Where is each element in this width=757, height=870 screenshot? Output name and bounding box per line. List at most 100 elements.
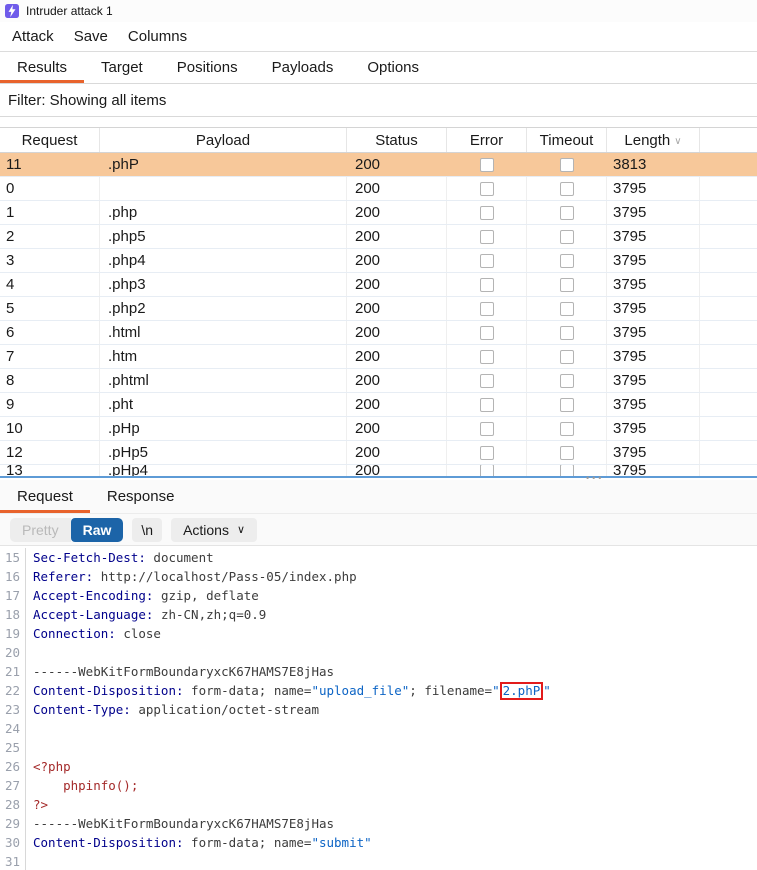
code-token: "	[492, 683, 500, 698]
table-row[interactable]: 5.php22003795	[0, 297, 757, 321]
table-row[interactable]: 9.pht2003795	[0, 393, 757, 417]
raw-button[interactable]: Raw	[71, 518, 124, 542]
table-row[interactable]: 3.php42003795	[0, 249, 757, 273]
timeout-checkbox[interactable]	[560, 398, 574, 412]
pretty-button[interactable]: Pretty	[10, 518, 71, 542]
table-row[interactable]: 7.htm2003795	[0, 345, 757, 369]
column-header-payload[interactable]: Payload	[100, 128, 347, 152]
error-checkbox[interactable]	[480, 350, 494, 364]
error-checkbox[interactable]	[480, 158, 494, 172]
menu-item-save[interactable]: Save	[64, 22, 118, 51]
tab-target[interactable]: Target	[84, 52, 160, 83]
request-editor[interactable]: 15Sec-Fetch-Dest: document16Referer: htt…	[0, 546, 757, 870]
table-row[interactable]: 2.php52003795	[0, 225, 757, 249]
timeout-checkbox[interactable]	[560, 446, 574, 460]
code-token: Sec-Fetch-Dest:	[33, 550, 146, 565]
timeout-checkbox[interactable]	[560, 230, 574, 244]
cell-length: 3813	[607, 153, 700, 176]
actions-button[interactable]: Actions ∨	[171, 518, 257, 542]
error-cell	[447, 273, 527, 296]
error-checkbox[interactable]	[480, 254, 494, 268]
menu-item-attack[interactable]: Attack	[2, 22, 64, 51]
cell-spacer	[700, 441, 757, 464]
error-cell	[447, 441, 527, 464]
cell-payload: .php5	[100, 225, 347, 248]
actions-label: Actions	[183, 522, 229, 538]
line-number: 19	[0, 624, 26, 643]
error-checkbox[interactable]	[480, 302, 494, 316]
error-cell	[447, 177, 527, 200]
timeout-checkbox[interactable]	[560, 278, 574, 292]
table-row[interactable]: 6.html2003795	[0, 321, 757, 345]
code-token: form-data; name=	[184, 683, 312, 698]
line-number: 24	[0, 719, 26, 738]
tab-payloads[interactable]: Payloads	[255, 52, 351, 83]
table-row[interactable]: 4.php32003795	[0, 273, 757, 297]
menu-bar: AttackSaveColumns	[0, 22, 757, 52]
code-line: 19Connection: close	[0, 624, 757, 643]
error-checkbox[interactable]	[480, 446, 494, 460]
cell-length: 3795	[607, 441, 700, 464]
cell-payload: .php3	[100, 273, 347, 296]
timeout-checkbox[interactable]	[560, 254, 574, 268]
code-token: Content-Type:	[33, 702, 131, 717]
timeout-checkbox[interactable]	[560, 465, 574, 476]
menu-item-columns[interactable]: Columns	[118, 22, 197, 51]
code-line: 28?>	[0, 795, 757, 814]
error-checkbox[interactable]	[480, 374, 494, 388]
error-checkbox[interactable]	[480, 206, 494, 220]
window-title: Intruder attack 1	[26, 4, 113, 18]
timeout-checkbox[interactable]	[560, 326, 574, 340]
timeout-checkbox[interactable]	[560, 206, 574, 220]
error-checkbox[interactable]	[480, 326, 494, 340]
tab-results[interactable]: Results	[0, 52, 84, 83]
splitter-handle-icon: •••	[586, 473, 604, 483]
cell-spacer	[700, 177, 757, 200]
table-row[interactable]: 8.phtml2003795	[0, 369, 757, 393]
table-row[interactable]: 10.pHp2003795	[0, 417, 757, 441]
error-cell	[447, 369, 527, 392]
error-checkbox[interactable]	[480, 182, 494, 196]
column-header-label: Error	[470, 132, 503, 149]
table-row[interactable]: 1.php2003795	[0, 201, 757, 225]
timeout-cell	[527, 417, 607, 440]
timeout-checkbox[interactable]	[560, 158, 574, 172]
error-checkbox[interactable]	[480, 230, 494, 244]
table-row[interactable]: 02003795	[0, 177, 757, 201]
column-header-label: Payload	[196, 132, 250, 149]
tab-options[interactable]: Options	[350, 52, 436, 83]
column-header-length[interactable]: Length∨	[607, 128, 700, 152]
tab-positions[interactable]: Positions	[160, 52, 255, 83]
timeout-cell	[527, 321, 607, 344]
cell-request: 7	[0, 345, 100, 368]
tab-response[interactable]: Response	[90, 480, 192, 513]
timeout-cell	[527, 441, 607, 464]
column-header-request[interactable]: Request	[0, 128, 100, 152]
filter-bar[interactable]: Filter: Showing all items	[0, 84, 757, 117]
cell-request: 11	[0, 153, 100, 176]
tab-request[interactable]: Request	[0, 480, 90, 513]
error-checkbox[interactable]	[480, 398, 494, 412]
table-body: 11.phP2003813020037951.php20037952.php52…	[0, 153, 757, 476]
line-number: 31	[0, 852, 26, 870]
table-row[interactable]: 12.pHp52003795	[0, 441, 757, 465]
code-text: ------WebKitFormBoundaryxcK67HAMS7E8jHas	[33, 816, 334, 831]
code-text: Accept-Language: zh-CN,zh;q=0.9	[33, 607, 266, 622]
table-row[interactable]: 11.phP2003813	[0, 153, 757, 177]
error-checkbox[interactable]	[480, 465, 494, 476]
timeout-checkbox[interactable]	[560, 182, 574, 196]
timeout-checkbox[interactable]	[560, 422, 574, 436]
code-line: 31	[0, 852, 757, 870]
message-tabs: RequestResponse	[0, 480, 757, 514]
newline-toggle-button[interactable]: \n	[132, 518, 162, 542]
column-header-error[interactable]: Error	[447, 128, 527, 152]
column-header-status[interactable]: Status	[347, 128, 447, 152]
timeout-checkbox[interactable]	[560, 302, 574, 316]
error-cell	[447, 297, 527, 320]
timeout-checkbox[interactable]	[560, 374, 574, 388]
error-checkbox[interactable]	[480, 278, 494, 292]
column-header-timeout[interactable]: Timeout	[527, 128, 607, 152]
timeout-checkbox[interactable]	[560, 350, 574, 364]
table-row[interactable]: 13.pHp42003795	[0, 465, 757, 476]
error-checkbox[interactable]	[480, 422, 494, 436]
